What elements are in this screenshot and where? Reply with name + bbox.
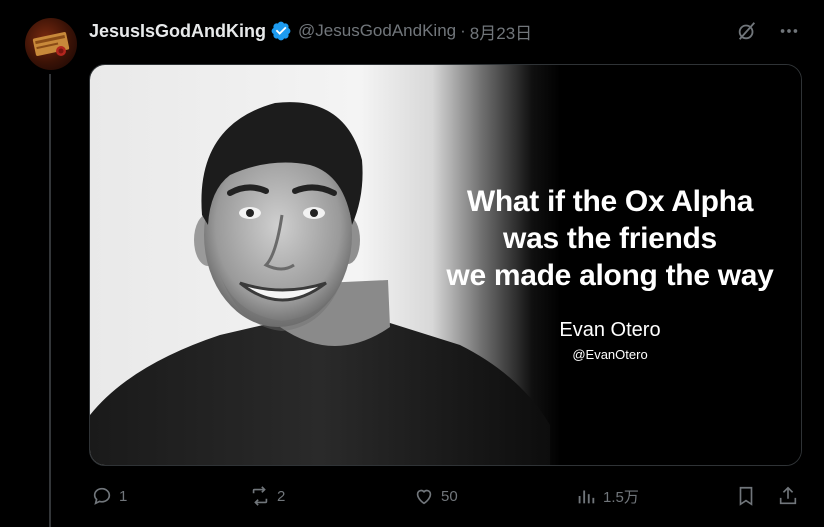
avatar[interactable] bbox=[25, 18, 77, 70]
scroll-seal-avatar-icon bbox=[32, 32, 70, 56]
display-name[interactable]: JesusIsGodAndKing bbox=[89, 21, 266, 42]
tweet-date[interactable]: 8月23日 bbox=[470, 19, 532, 44]
tweet-header: JesusIsGodAndKing @JesusGodAndKing · 8月2… bbox=[89, 19, 532, 43]
quote-author-handle: @EvanOtero bbox=[572, 347, 648, 362]
separator-dot: · bbox=[460, 21, 466, 40]
retweet-button[interactable]: 2 bbox=[249, 482, 285, 510]
quote-line: was the friends bbox=[503, 222, 717, 255]
thread-line bbox=[49, 74, 51, 527]
user-handle[interactable]: @JesusGodAndKing bbox=[298, 21, 456, 41]
quote-line: we made along the way bbox=[446, 259, 774, 292]
verified-badge-icon[interactable] bbox=[270, 20, 292, 42]
tweet-media-image[interactable]: What if the Ox Alpha was the friends we … bbox=[89, 64, 802, 466]
views-button[interactable]: 1.5万 bbox=[575, 482, 639, 510]
reply-count: 1 bbox=[119, 487, 128, 505]
views-count: 1.5万 bbox=[603, 488, 639, 506]
like-button[interactable]: 50 bbox=[413, 482, 458, 510]
quote-line: What if the Ox Alpha bbox=[466, 185, 754, 218]
tweet-article[interactable]: JesusIsGodAndKing @JesusGodAndKing · 8月2… bbox=[0, 0, 824, 527]
reply-button[interactable]: 1 bbox=[91, 482, 127, 510]
tweet-actions: 1 2 50 1.5万 bbox=[89, 482, 802, 510]
reply-icon bbox=[93, 487, 111, 505]
heart-icon bbox=[416, 489, 432, 505]
quote-author-name: Evan Otero bbox=[559, 319, 661, 341]
retweet-icon bbox=[252, 486, 268, 506]
share-button[interactable] bbox=[777, 482, 799, 510]
header-actions bbox=[734, 18, 802, 44]
bookmark-button[interactable] bbox=[735, 482, 757, 510]
like-count: 50 bbox=[441, 487, 458, 505]
grok-icon[interactable] bbox=[734, 18, 760, 44]
bookmark-icon bbox=[739, 486, 753, 506]
share-icon bbox=[779, 486, 797, 505]
views-icon bbox=[578, 490, 595, 504]
quote-text: What if the Ox Alpha was the friends we … bbox=[440, 183, 780, 294]
more-icon[interactable] bbox=[776, 18, 802, 44]
retweet-count: 2 bbox=[277, 487, 286, 505]
